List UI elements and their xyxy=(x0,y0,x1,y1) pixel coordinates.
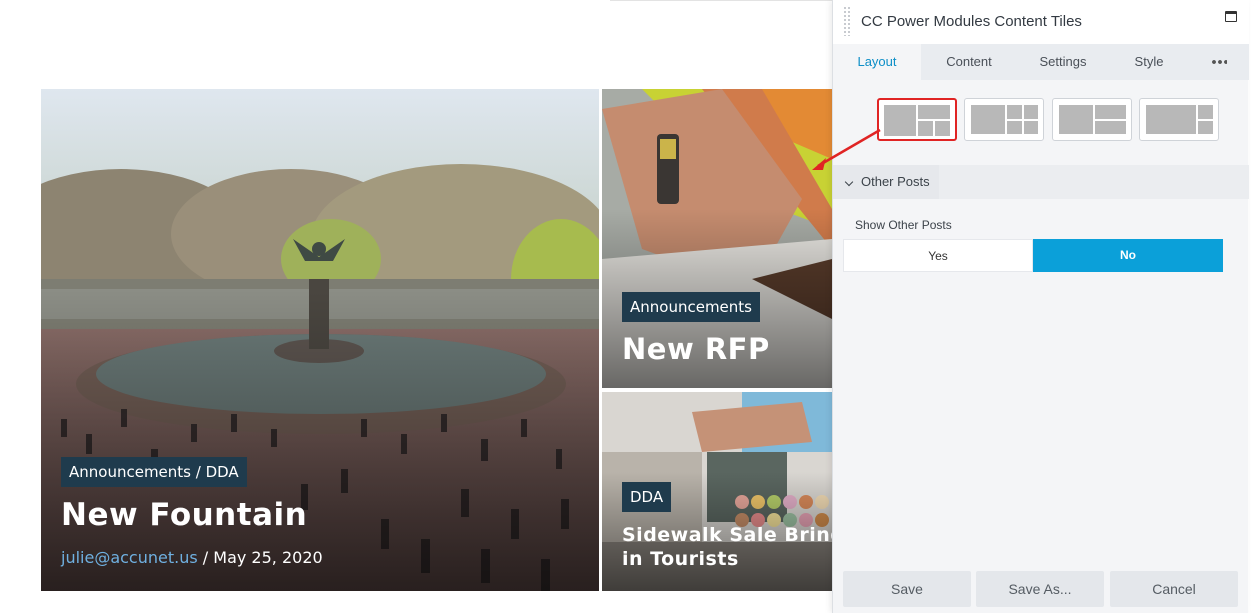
content-tile-sidewalk[interactable]: DDA Sidewalk Sale Brings in Tourists xyxy=(602,392,832,591)
content-tile-rfp[interactable]: Announcements New RFP xyxy=(602,89,832,388)
category-badge[interactable]: DDA xyxy=(622,482,672,512)
panel-title: CC Power Modules Content Tiles xyxy=(861,13,1082,30)
tab-style[interactable]: Style xyxy=(1105,44,1193,80)
save-button[interactable]: Save xyxy=(843,571,971,607)
panel-header[interactable]: CC Power Modules Content Tiles xyxy=(833,0,1249,44)
post-date: May 25, 2020 xyxy=(213,548,323,567)
chevron-down-icon xyxy=(844,177,854,187)
maximize-icon[interactable] xyxy=(1225,11,1237,22)
layout-option-2[interactable] xyxy=(964,98,1044,141)
author-link[interactable]: julie@accunet.us xyxy=(61,548,198,567)
panel-tabs: Layout Content Settings Style xyxy=(833,44,1249,80)
save-as-button[interactable]: Save As... xyxy=(976,571,1104,607)
section-header-bar xyxy=(939,165,1249,199)
section-other-posts[interactable]: Other Posts xyxy=(833,165,939,199)
content-tile-main[interactable]: Announcements / DDA New Fountain julie@a… xyxy=(41,89,599,591)
toggle-yes-button[interactable]: Yes xyxy=(843,239,1033,272)
category-badge[interactable]: Announcements xyxy=(622,292,760,322)
layout-option-4[interactable] xyxy=(1139,98,1219,141)
drag-handle-icon[interactable] xyxy=(843,6,851,36)
post-title-line-1[interactable]: Sidewalk Sale Brings xyxy=(622,524,832,546)
module-settings-panel: CC Power Modules Content Tiles Layout Co… xyxy=(832,0,1249,613)
top-divider xyxy=(610,0,840,1)
tab-settings[interactable]: Settings xyxy=(1019,44,1107,80)
layout-option-1[interactable] xyxy=(877,98,957,141)
post-title[interactable]: New RFP xyxy=(622,332,770,366)
tile-gradient-overlay xyxy=(41,289,599,591)
post-meta: julie@accunet.us / May 25, 2020 xyxy=(61,548,323,567)
more-dots-icon[interactable] xyxy=(1211,60,1227,64)
post-title[interactable]: New Fountain xyxy=(61,497,307,533)
tab-layout[interactable]: Layout xyxy=(833,44,921,80)
toggle-no-button[interactable]: No xyxy=(1033,239,1223,272)
show-other-posts-label: Show Other Posts xyxy=(855,218,952,232)
category-badge[interactable]: Announcements / DDA xyxy=(61,457,247,487)
tab-content[interactable]: Content xyxy=(925,44,1013,80)
cancel-button[interactable]: Cancel xyxy=(1110,571,1238,607)
post-title-line-2[interactable]: in Tourists xyxy=(622,548,739,570)
layout-option-3[interactable] xyxy=(1052,98,1132,141)
meta-separator: / xyxy=(202,548,209,567)
section-title: Other Posts xyxy=(861,174,930,189)
